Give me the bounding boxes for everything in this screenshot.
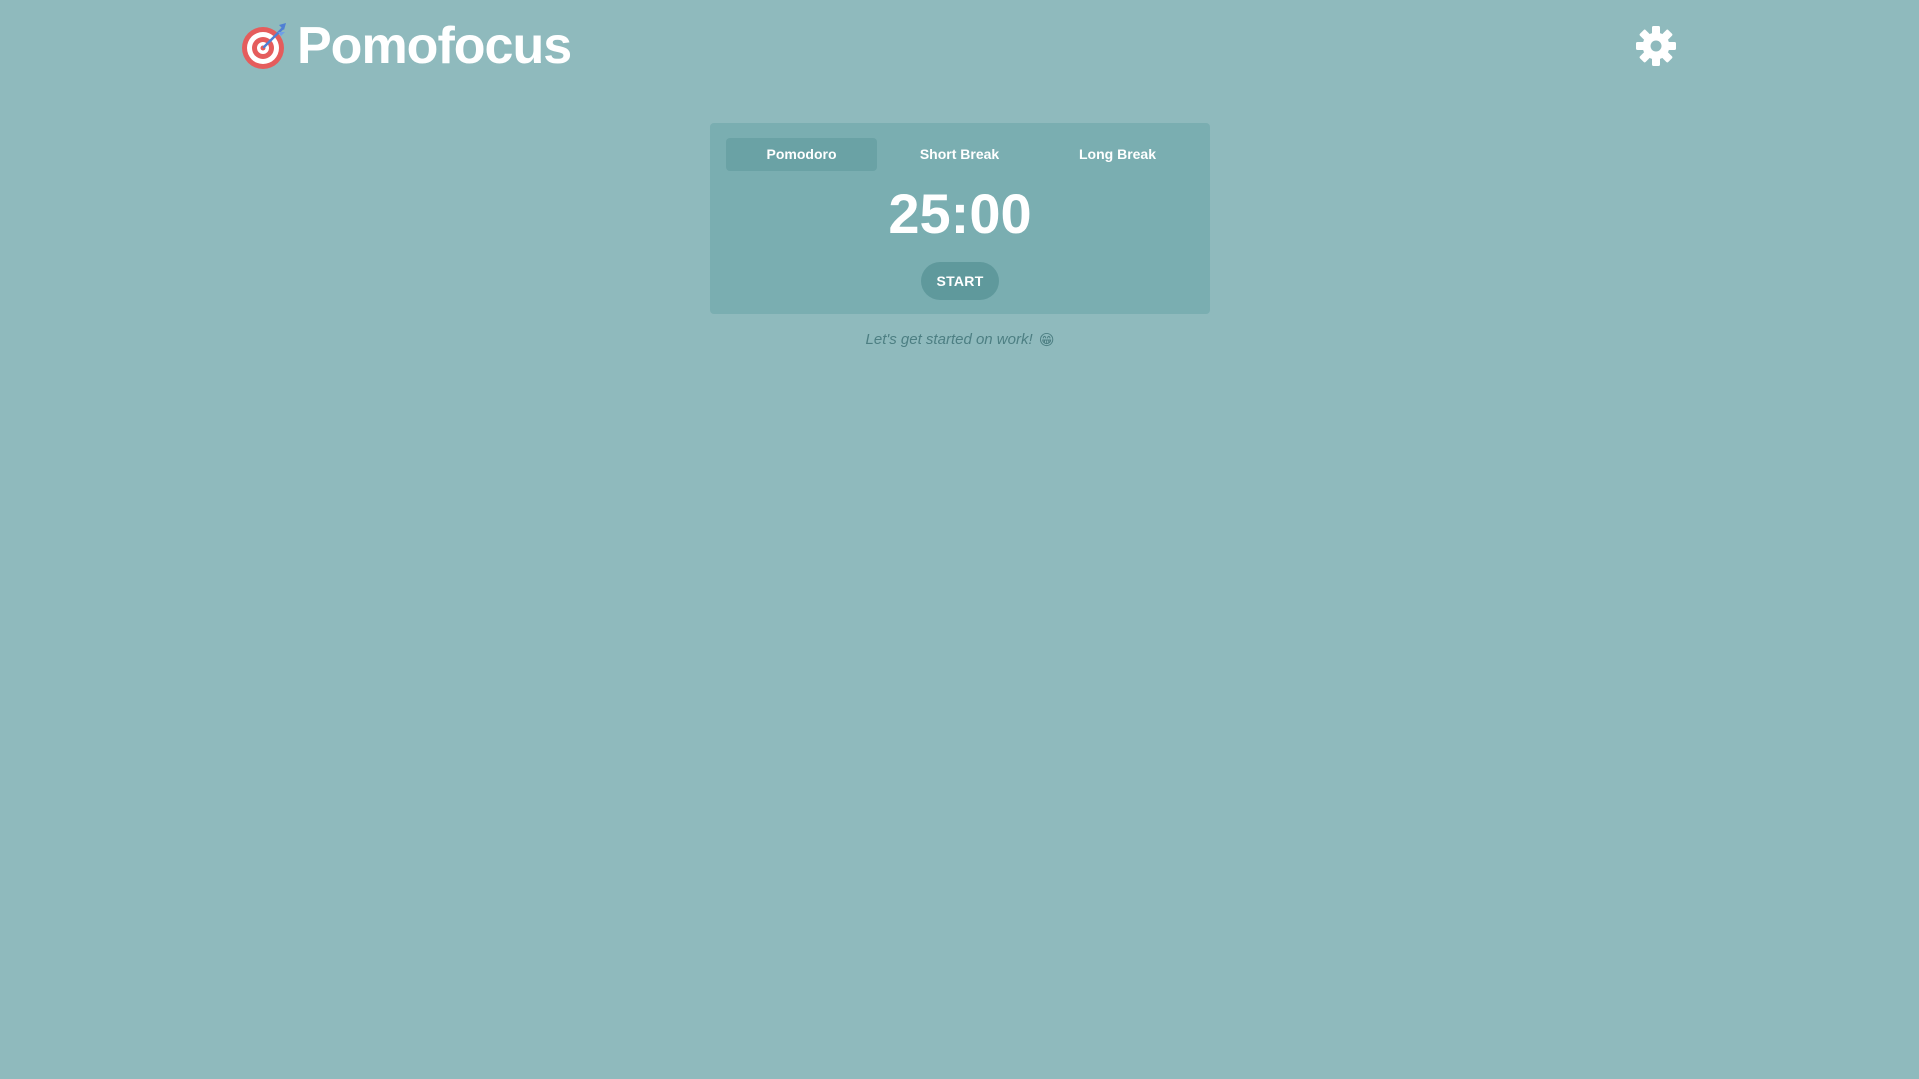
target-icon [242, 22, 286, 69]
timer-display: 25:00 [888, 182, 1032, 245]
timer-tabs: Pomodoro Short Break Long Break [726, 138, 1194, 171]
message-text: Let's get started on work! [865, 331, 1033, 348]
top-bar: Pomofocus [0, 0, 1919, 92]
tab-short-break[interactable]: Short Break [883, 138, 1036, 171]
app-title: Pomofocus [297, 17, 572, 75]
settings-button[interactable] [1634, 24, 1678, 68]
tab-pomodoro[interactable]: Pomodoro [726, 138, 877, 171]
gear-icon [1636, 26, 1676, 66]
timer-card: Pomodoro Short Break Long Break 25:00 ST… [710, 123, 1210, 314]
grinning-face-icon: 😁 [1038, 332, 1055, 349]
tab-long-break[interactable]: Long Break [1041, 138, 1194, 171]
brand[interactable]: Pomofocus [240, 17, 572, 75]
start-button[interactable]: START [921, 262, 999, 300]
motivation-message: Let's get started on work! 😁 [710, 330, 1210, 351]
